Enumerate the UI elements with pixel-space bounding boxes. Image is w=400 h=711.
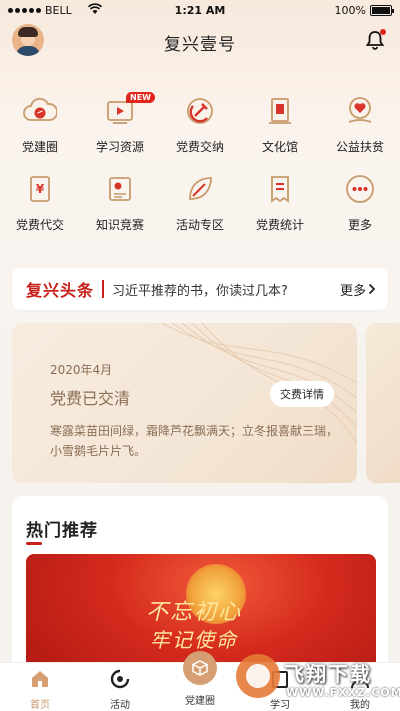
home-icon: [32, 671, 48, 687]
fee-date: 2020年4月: [50, 363, 113, 377]
grid-item-activities[interactable]: 活动专区: [160, 166, 240, 244]
tab-home[interactable]: 首页: [0, 663, 80, 711]
app-header: 复兴壹号: [0, 22, 400, 62]
battery-icon: [370, 5, 394, 16]
fee-status: 党费已交清: [50, 389, 131, 408]
tab-activities[interactable]: 活动: [80, 663, 160, 711]
certificate-icon: [109, 177, 131, 201]
notification-button[interactable]: [365, 29, 386, 50]
grid-item-charity[interactable]: 公益扶贫: [320, 88, 400, 166]
watermark-url: WWW.FXXZ.COM: [286, 686, 400, 699]
document-stack-icon: [269, 98, 291, 124]
grid-item-quiz[interactable]: 知识竞赛: [80, 166, 160, 244]
svg-text:¥: ¥: [36, 182, 45, 196]
title-underline: [26, 542, 42, 545]
grid-label: 党费交纳: [175, 140, 224, 154]
grid-item-learning[interactable]: NEW 学习资源: [80, 88, 160, 166]
activity-swirl-icon: [110, 669, 130, 689]
divider: [102, 280, 105, 298]
grid-item-party-circle[interactable]: 党建圈: [0, 88, 80, 166]
grid-label: 更多: [347, 218, 372, 232]
headline-brand: 复兴头条: [26, 281, 95, 300]
next-card-peek[interactable]: [366, 323, 400, 483]
grid-label: 文化馆: [261, 140, 298, 154]
leaf-icon: [189, 177, 212, 200]
tab-label: 党建圈: [185, 696, 215, 707]
grid-item-more[interactable]: 更多: [320, 166, 400, 244]
grid-label: 党建圈: [21, 140, 58, 154]
section-title: 热门推荐: [26, 521, 98, 541]
party-circle-center-button[interactable]: [183, 651, 217, 685]
feature-grid: 党建圈 NEW 学习资源 党费交纳 文化馆 公益扶贫 ¥ 党费代交 知识竞赛 活…: [0, 88, 400, 244]
party-fee-card[interactable]: 2020年4月 党费已交清 交费详情 寒露菜苗田间绿，霜降芦花飘满天；立冬报喜献…: [12, 323, 357, 483]
grid-item-culture[interactable]: 文化馆: [240, 88, 320, 166]
grid-item-party-fee[interactable]: 党费交纳: [160, 88, 240, 166]
watermark-logo-inner: [246, 664, 270, 688]
new-badge: NEW: [126, 92, 155, 103]
grid-label: 党费代交: [15, 218, 64, 232]
tab-label: 首页: [30, 700, 50, 711]
cube-icon: [192, 660, 208, 676]
tab-party-circle[interactable]: 党建圈: [160, 651, 240, 711]
more-dots-icon: [346, 175, 374, 203]
receipt-icon: [271, 176, 289, 203]
grid-item-proxy-fee[interactable]: ¥ 党费代交: [0, 166, 80, 244]
notification-dot: [380, 29, 386, 35]
headline-more-link[interactable]: 更多: [340, 280, 376, 299]
cloud-party-icon: [23, 97, 58, 121]
tab-label: 活动: [110, 700, 130, 711]
headline-news-bar[interactable]: 复兴头条 习近平推荐的书，你读过几本? 更多: [12, 268, 388, 310]
more-label: 更多: [339, 283, 366, 299]
fee-poem: 寒露菜苗田间绿，霜降芦花飘满天；立冬报喜献三瑞，小雪鹅毛片片飞。: [50, 424, 339, 458]
site-watermark: 飞翔下载 WWW.FXXZ.COM: [232, 650, 400, 708]
battery-percent: 100%: [334, 4, 366, 17]
page-title: 复兴壹号: [164, 35, 236, 55]
grid-item-fee-stats[interactable]: 党费统计: [240, 166, 320, 244]
grid-label: 知识竞赛: [95, 218, 144, 232]
fee-detail-button[interactable]: 交费详情: [270, 381, 334, 407]
headline-text[interactable]: 习近平推荐的书，你读过几本?: [112, 280, 340, 299]
yuan-bill-icon: ¥: [30, 176, 50, 202]
watermark-text: 飞翔下载: [284, 662, 372, 686]
chevron-right-icon: [368, 283, 376, 295]
banner-slogan-1: 不忘初心: [146, 600, 243, 625]
hammer-sickle-icon: [187, 98, 213, 124]
grid-label: 活动专区: [175, 218, 224, 232]
banner-slogan-2: 牢记使命: [150, 628, 238, 652]
grid-label: 学习资源: [95, 140, 144, 154]
heart-hand-icon: [348, 97, 372, 123]
status-bar: BELL 1:21 AM 100%: [0, 0, 400, 22]
grid-label: 公益扶贫: [335, 140, 384, 154]
grid-label: 党费统计: [255, 218, 304, 232]
